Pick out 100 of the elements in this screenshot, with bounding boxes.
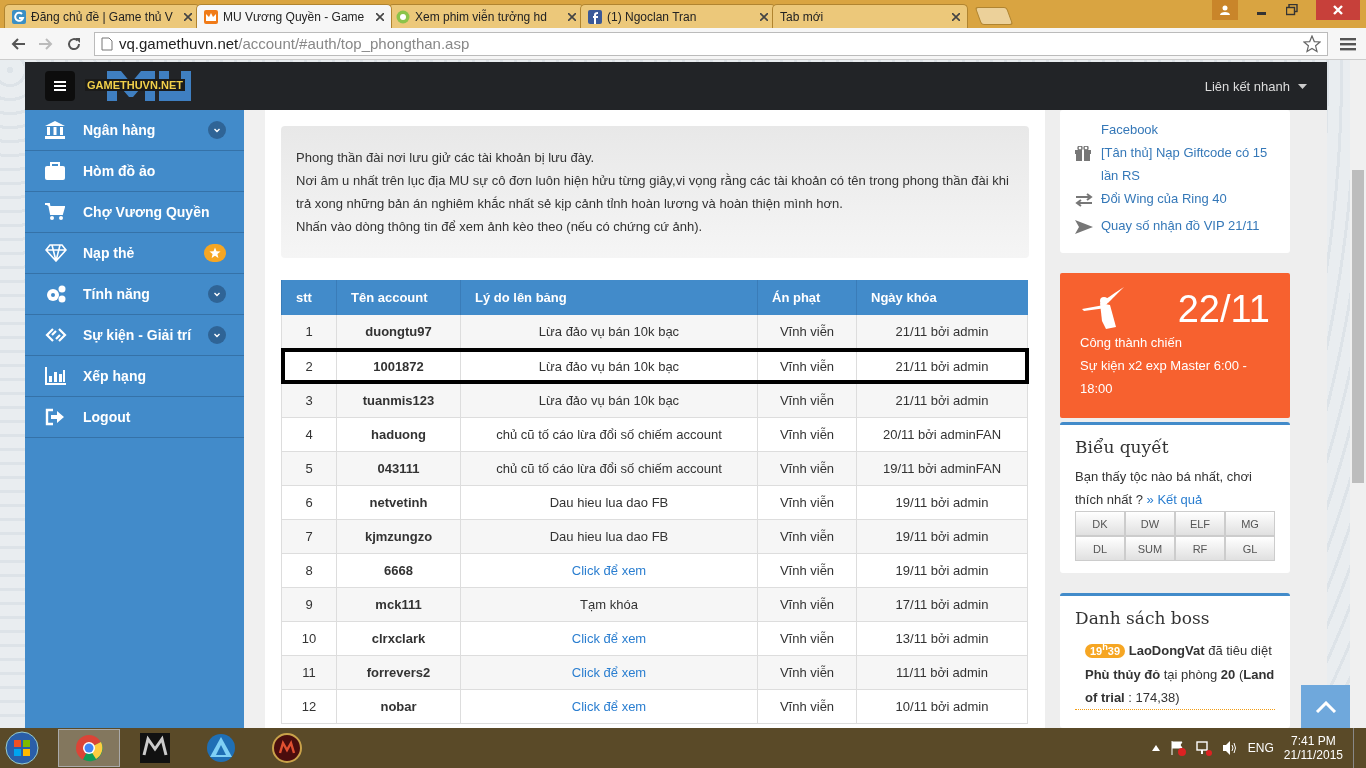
vote-button[interactable]: DK bbox=[1075, 511, 1125, 536]
sidebar-label: Chợ Vương Quyền bbox=[83, 204, 211, 220]
table-row[interactable]: 9 mck111 Tạm khóa Vĩnh viễn 17/11 bởi admin bbox=[281, 587, 1028, 621]
suitcase-icon bbox=[45, 162, 65, 180]
gears-icon bbox=[45, 285, 67, 303]
table-cell: Vĩnh viễn bbox=[757, 519, 857, 553]
quick-links-menu[interactable]: Liên kết nhanh bbox=[1204, 78, 1307, 94]
table-cell: Vĩnh viễn bbox=[757, 553, 857, 587]
back-icon[interactable] bbox=[10, 35, 26, 52]
reload-icon[interactable] bbox=[66, 35, 82, 52]
sidebar-item[interactable]: Ngân hàng bbox=[25, 110, 244, 151]
news-link[interactable]: Đổi Wing của Ring 40 bbox=[1101, 187, 1227, 214]
info-text: Phong thần đài nơi lưu giử các tài khoản bị lưu đày. bbox=[296, 149, 596, 167]
table-cell: 21/11 bởi admin bbox=[856, 383, 1028, 417]
sidebar-item[interactable]: Nạp thẻ bbox=[25, 233, 244, 274]
bank-icon bbox=[45, 121, 65, 139]
clock[interactable]: 7:41 PM 21/11/2015 bbox=[1283, 734, 1343, 762]
table-row[interactable]: 2 1001872 Lừa đảo vụ bán 10k bạc Vĩnh viễn 21/11 bởi admin bbox=[281, 349, 1028, 383]
vote-button[interactable]: MG bbox=[1225, 511, 1275, 536]
vote-button[interactable]: DW bbox=[1125, 511, 1175, 536]
sidebar-item[interactable]: Chợ Vương Quyền bbox=[25, 192, 244, 233]
table-row[interactable]: 10 clrxclark Click để xem Vĩnh viễn 13/11 bởi admin bbox=[281, 621, 1028, 655]
view-link[interactable]: Click để xem bbox=[571, 562, 647, 578]
view-link[interactable]: Click để xem bbox=[571, 698, 647, 714]
network-icon[interactable] bbox=[1195, 740, 1212, 756]
poll-title: Biểu quyết bbox=[1075, 437, 1170, 457]
menu-icon[interactable] bbox=[1340, 36, 1356, 51]
vote-button[interactable]: ELF bbox=[1175, 511, 1225, 536]
vote-button[interactable]: RF bbox=[1175, 536, 1225, 561]
table-row[interactable]: 12 nobar Click để xem Vĩnh viễn 10/11 bởi admin bbox=[281, 689, 1028, 723]
star-icon[interactable] bbox=[1303, 34, 1321, 53]
news-link[interactable]: Facebook bbox=[1101, 118, 1159, 141]
language-indicator[interactable]: ENG bbox=[1247, 741, 1274, 755]
table-cell: Vĩnh viễn bbox=[757, 383, 857, 417]
table-cell: 11/11 bởi admin bbox=[856, 655, 1028, 689]
table-cell: 19/11 bởi adminFAN bbox=[856, 451, 1028, 485]
browser-tab[interactable]: MU Vương Quyền - Game bbox=[196, 4, 392, 28]
table-cell: mck111 bbox=[336, 587, 461, 621]
start-button[interactable] bbox=[4, 730, 40, 766]
expand-icon[interactable] bbox=[208, 285, 226, 303]
page-icon bbox=[101, 36, 113, 51]
vote-button[interactable]: SUM bbox=[1125, 536, 1175, 561]
table-cell: Vĩnh viễn bbox=[757, 417, 857, 451]
table-cell: 19/11 bởi admin bbox=[856, 519, 1028, 553]
flag-icon[interactable] bbox=[1169, 740, 1186, 756]
event-detail: Sự kiện x2 exp Master 6:00 - 18:00 bbox=[1080, 357, 1248, 398]
table-cell: 12 bbox=[281, 689, 337, 723]
menu-button[interactable] bbox=[45, 71, 75, 101]
sidebar-label: Logout bbox=[83, 409, 132, 425]
table-row[interactable]: 11 forrevers2 Click để xem Vĩnh viễn 11/11 bởi admin bbox=[281, 655, 1028, 689]
vote-button[interactable]: GL bbox=[1225, 536, 1275, 561]
sidebar-item[interactable]: Tính năng bbox=[25, 274, 244, 315]
menu-icon bbox=[54, 81, 66, 91]
scrollbar[interactable] bbox=[1350, 60, 1366, 728]
tab-title: MU Vương Quyền - Game bbox=[223, 9, 366, 24]
boss-list-title: Danh sách boss bbox=[1075, 608, 1211, 628]
sidebar-item[interactable]: Hòm đồ ảo bbox=[25, 151, 244, 192]
close-button[interactable] bbox=[1316, 0, 1360, 20]
table-row[interactable]: 5 043111 chủ cũ tố cáo lừa đổi số chiếm account Vĩnh viễn 19/11 bởi adminFAN bbox=[281, 451, 1028, 485]
chrome-icon bbox=[75, 734, 103, 762]
tab-title: Đăng chủ đề | Game thủ V bbox=[31, 9, 174, 24]
table-cell: 19/11 bởi admin bbox=[856, 553, 1028, 587]
show-hidden-icon[interactable] bbox=[1151, 745, 1160, 751]
event-date: 22/11 bbox=[1177, 287, 1270, 331]
column-header: Tên account bbox=[336, 280, 461, 315]
address-bar[interactable]: vq.gamethuvn.net/account/#auth/top_phongthan.asp bbox=[94, 31, 1328, 56]
view-link[interactable]: Click để xem bbox=[571, 664, 647, 680]
close-icon[interactable] bbox=[568, 12, 576, 21]
user-button[interactable] bbox=[1212, 0, 1238, 20]
close-icon[interactable] bbox=[952, 12, 960, 21]
sidebar-item[interactable]: Xếp hạng bbox=[25, 356, 244, 397]
table-cell: forrevers2 bbox=[336, 655, 461, 689]
expand-icon[interactable] bbox=[208, 326, 226, 344]
expand-icon[interactable] bbox=[208, 121, 226, 139]
maximize-icon[interactable] bbox=[1286, 4, 1298, 16]
table-cell: 9 bbox=[281, 587, 337, 621]
table-row[interactable]: 1 duongtu97 Lừa đảo vụ bán 10k bạc Vĩnh viễn 21/11 bởi admin bbox=[281, 315, 1028, 349]
news-link[interactable]: Quay số nhận đồ VIP 21/11 bbox=[1101, 214, 1260, 241]
results-link[interactable]: » Kết quả bbox=[1146, 492, 1203, 507]
poll-question: Bạn thấy tộc nào bá nhất, chơi thích nhất ? » Kết quả bbox=[1075, 468, 1253, 509]
close-icon[interactable] bbox=[376, 12, 384, 21]
user-icon bbox=[1220, 5, 1230, 15]
browser-tab[interactable]: Tab mới bbox=[772, 4, 968, 28]
table-row[interactable]: 7 kjmzungzo Dau hieu lua dao FB Vĩnh viễn 19/11 bởi admin bbox=[281, 519, 1028, 553]
table-cell: clrxclark bbox=[336, 621, 461, 655]
table-cell: Vĩnh viễn bbox=[757, 587, 857, 621]
sidebar-label: Ngân hàng bbox=[83, 122, 157, 138]
table-row[interactable]: 3 tuanmis123 Lừa đảo vụ bán 10k bạc Vĩnh viễn 21/11 bởi admin bbox=[281, 383, 1028, 417]
table-row[interactable]: 4 haduong chủ cũ tố cáo lừa đổi số chiếm account Vĩnh viễn 20/11 bởi adminFAN bbox=[281, 417, 1028, 451]
vote-button[interactable]: DL bbox=[1075, 536, 1125, 561]
view-link[interactable]: Click để xem bbox=[571, 630, 647, 646]
column-header: Lý do lên bảng bbox=[460, 280, 758, 315]
table-row[interactable]: 6 netvetinh Dau hieu lua dao FB Vĩnh viễn 19/11 bởi admin bbox=[281, 485, 1028, 519]
volume-icon[interactable] bbox=[1221, 740, 1238, 756]
table-row[interactable]: 8 6668 Click để xem Vĩnh viễn 19/11 bởi admin bbox=[281, 553, 1028, 587]
news-link[interactable]: [Tân thủ] Nạp Giftcode có 15 lần RS bbox=[1101, 141, 1275, 187]
sidebar-item[interactable]: Sự kiện - Giải trí bbox=[25, 315, 244, 356]
close-icon[interactable] bbox=[184, 12, 192, 21]
close-icon[interactable] bbox=[760, 12, 768, 21]
bar-chart-icon bbox=[45, 367, 67, 385]
